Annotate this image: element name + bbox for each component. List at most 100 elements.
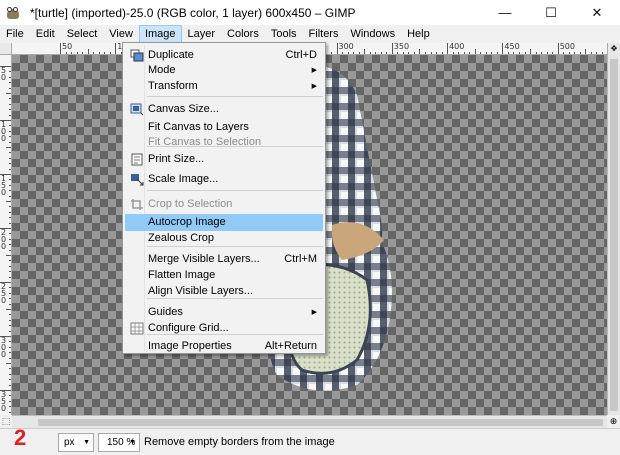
ruler-label: 500 (559, 43, 575, 51)
maximize-icon: ☐ (545, 4, 557, 20)
menu-item-guides[interactable]: Guides ▶ (125, 304, 323, 321)
menu-item-mode[interactable]: Mode ▶ (125, 62, 323, 79)
step-number-annotation: 2 (14, 425, 27, 450)
ruler-label: 150 (1, 174, 7, 197)
menu-image[interactable]: Image (138, 25, 182, 43)
menu-item-label: Crop to Selection (148, 198, 233, 210)
grid-icon (130, 322, 144, 335)
menu-item-label: Image Properties (148, 340, 232, 352)
menu-separator (147, 96, 323, 97)
scale-image-icon (130, 173, 144, 186)
close-icon: ✕ (591, 4, 603, 20)
ruler-major-tick (60, 43, 61, 54)
menu-item-label: Merge Visible Layers... (148, 253, 260, 265)
chevron-down-icon: ▼ (129, 439, 136, 446)
menu-item-align-visible-layers[interactable]: Align Visible Layers... (125, 283, 323, 300)
ruler-label: 350 (393, 43, 410, 51)
menu-item-label: Guides (148, 306, 183, 318)
menu-select[interactable]: Select (61, 25, 104, 43)
menu-item-shortcut: Alt+Return (264, 340, 317, 352)
menu-windows[interactable]: Windows (344, 25, 401, 43)
menu-view[interactable]: View (103, 25, 139, 43)
ruler-label: 350 (1, 390, 7, 413)
menu-item-label: Print Size... (148, 153, 205, 165)
ruler-label: 50 (1, 66, 7, 82)
horizontal-scroll-row: ⬚ ⊕ (0, 415, 620, 428)
ruler-label: 100 (1, 120, 7, 143)
menu-edit[interactable]: Edit (30, 25, 61, 43)
menu-item-label: Configure Grid... (148, 322, 229, 334)
menu-item-fit-canvas-to-selection: Fit Canvas to Selection (125, 134, 323, 151)
menu-item-label: Flatten Image (148, 269, 216, 281)
menu-item-flatten-image[interactable]: Flatten Image (125, 267, 323, 284)
duplicate-icon (130, 49, 144, 62)
canvas-size-icon (130, 103, 144, 116)
crop-icon (130, 198, 144, 211)
window-title: *[turtle] (imported)-25.0 (RGB color, 1 … (30, 5, 356, 20)
menu-item-canvas-size[interactable]: Canvas Size... (125, 101, 323, 118)
navigate-icon: ✥ (610, 44, 618, 53)
maximize-button[interactable]: ☐ (528, 0, 574, 25)
horizontal-scrollbar[interactable] (12, 415, 607, 428)
ruler-corner (0, 43, 12, 55)
minimize-button[interactable]: — (482, 0, 528, 25)
status-message: Remove empty borders from the image (144, 436, 335, 448)
horizontal-scroll-thumb[interactable] (38, 419, 603, 426)
menu-item-zealous-crop[interactable]: Zealous Crop (125, 230, 323, 247)
status-bar: 2 px ▼ 150 % ▼ Remove empty borders from t… (0, 425, 620, 455)
menu-item-merge-visible-layers[interactable]: Merge Visible Layers... Ctrl+M (125, 251, 323, 268)
zoom-input[interactable]: 150 % ▼ (98, 433, 140, 452)
minimize-icon: — (498, 5, 512, 20)
menu-item-transform[interactable]: Transform ▶ (125, 78, 323, 95)
menu-item-label: Autocrop Image (148, 216, 226, 228)
ruler-label: 50 (62, 43, 73, 51)
ruler-label: 200 (1, 228, 7, 251)
menu-help[interactable]: Help (401, 25, 436, 43)
menu-tools[interactable]: Tools (265, 25, 303, 43)
chevron-down-icon: ▼ (83, 439, 90, 446)
menu-item-label: Scale Image... (148, 173, 219, 185)
menu-item-shortcut: Ctrl+M (284, 253, 317, 265)
menu-item-autocrop-image[interactable]: Autocrop Image (125, 214, 323, 231)
menu-item-label: Fit Canvas to Selection (148, 136, 262, 148)
menu-layer[interactable]: Layer (182, 25, 222, 43)
ruler-major-tick (336, 43, 338, 54)
menu-item-configure-grid[interactable]: Configure Grid... (125, 320, 323, 337)
unit-select[interactable]: px ▼ (58, 433, 94, 452)
submenu-arrow-icon: ▶ (311, 309, 317, 316)
ruler-major-tick (391, 43, 393, 54)
ruler-major-tick (557, 43, 559, 54)
vertical-ruler[interactable]: 50 100 150 200 250 300 350 (0, 55, 12, 415)
unit-value: px (64, 437, 75, 448)
submenu-arrow-icon: ▶ (311, 83, 317, 90)
menu-file[interactable]: File (0, 25, 30, 43)
quick-mask-icon[interactable]: ⬚ (0, 415, 12, 428)
menu-colors[interactable]: Colors (221, 25, 265, 43)
menu-item-crop-to-selection: Crop to Selection (125, 196, 323, 213)
menu-item-label: Transform (148, 80, 198, 92)
menu-item-label: Zealous Crop (148, 232, 215, 244)
ruler-label: 400 (449, 43, 465, 51)
image-menu-dropdown: Duplicate Ctrl+D Mode ▶ Transform ▶ Canvas Siz… (122, 42, 326, 354)
menu-item-print-size[interactable]: Print Size... (125, 151, 323, 168)
menu-item-image-properties[interactable]: Image Properties Alt+Return (125, 338, 323, 355)
navigate-button[interactable]: ✥ (607, 43, 620, 55)
menu-item-label: Mode (148, 64, 176, 76)
submenu-arrow-icon: ▶ (311, 67, 317, 74)
print-size-icon (130, 153, 144, 166)
ruler-label: 300 (338, 43, 354, 51)
ruler-major-tick (502, 43, 504, 54)
menu-item-scale-image[interactable]: Scale Image... (125, 171, 323, 188)
title-bar: *[turtle] (imported)-25.0 (RGB color, 1 … (0, 0, 620, 25)
vertical-scroll-thumb[interactable] (610, 59, 618, 411)
gimp-app-icon (5, 5, 21, 21)
zoom-fit-icon[interactable]: ⊕ (607, 415, 620, 428)
vertical-scrollbar[interactable] (607, 55, 620, 415)
menu-filters[interactable]: Filters (303, 25, 345, 43)
ruler-label: 450 (504, 43, 520, 51)
menu-separator (147, 190, 323, 191)
close-button[interactable]: ✕ (574, 0, 620, 25)
ruler-label: 300 (1, 336, 7, 359)
menu-item-label: Align Visible Layers... (148, 285, 253, 297)
menu-bar: File Edit Select View Image Layer Colors… (0, 25, 620, 43)
